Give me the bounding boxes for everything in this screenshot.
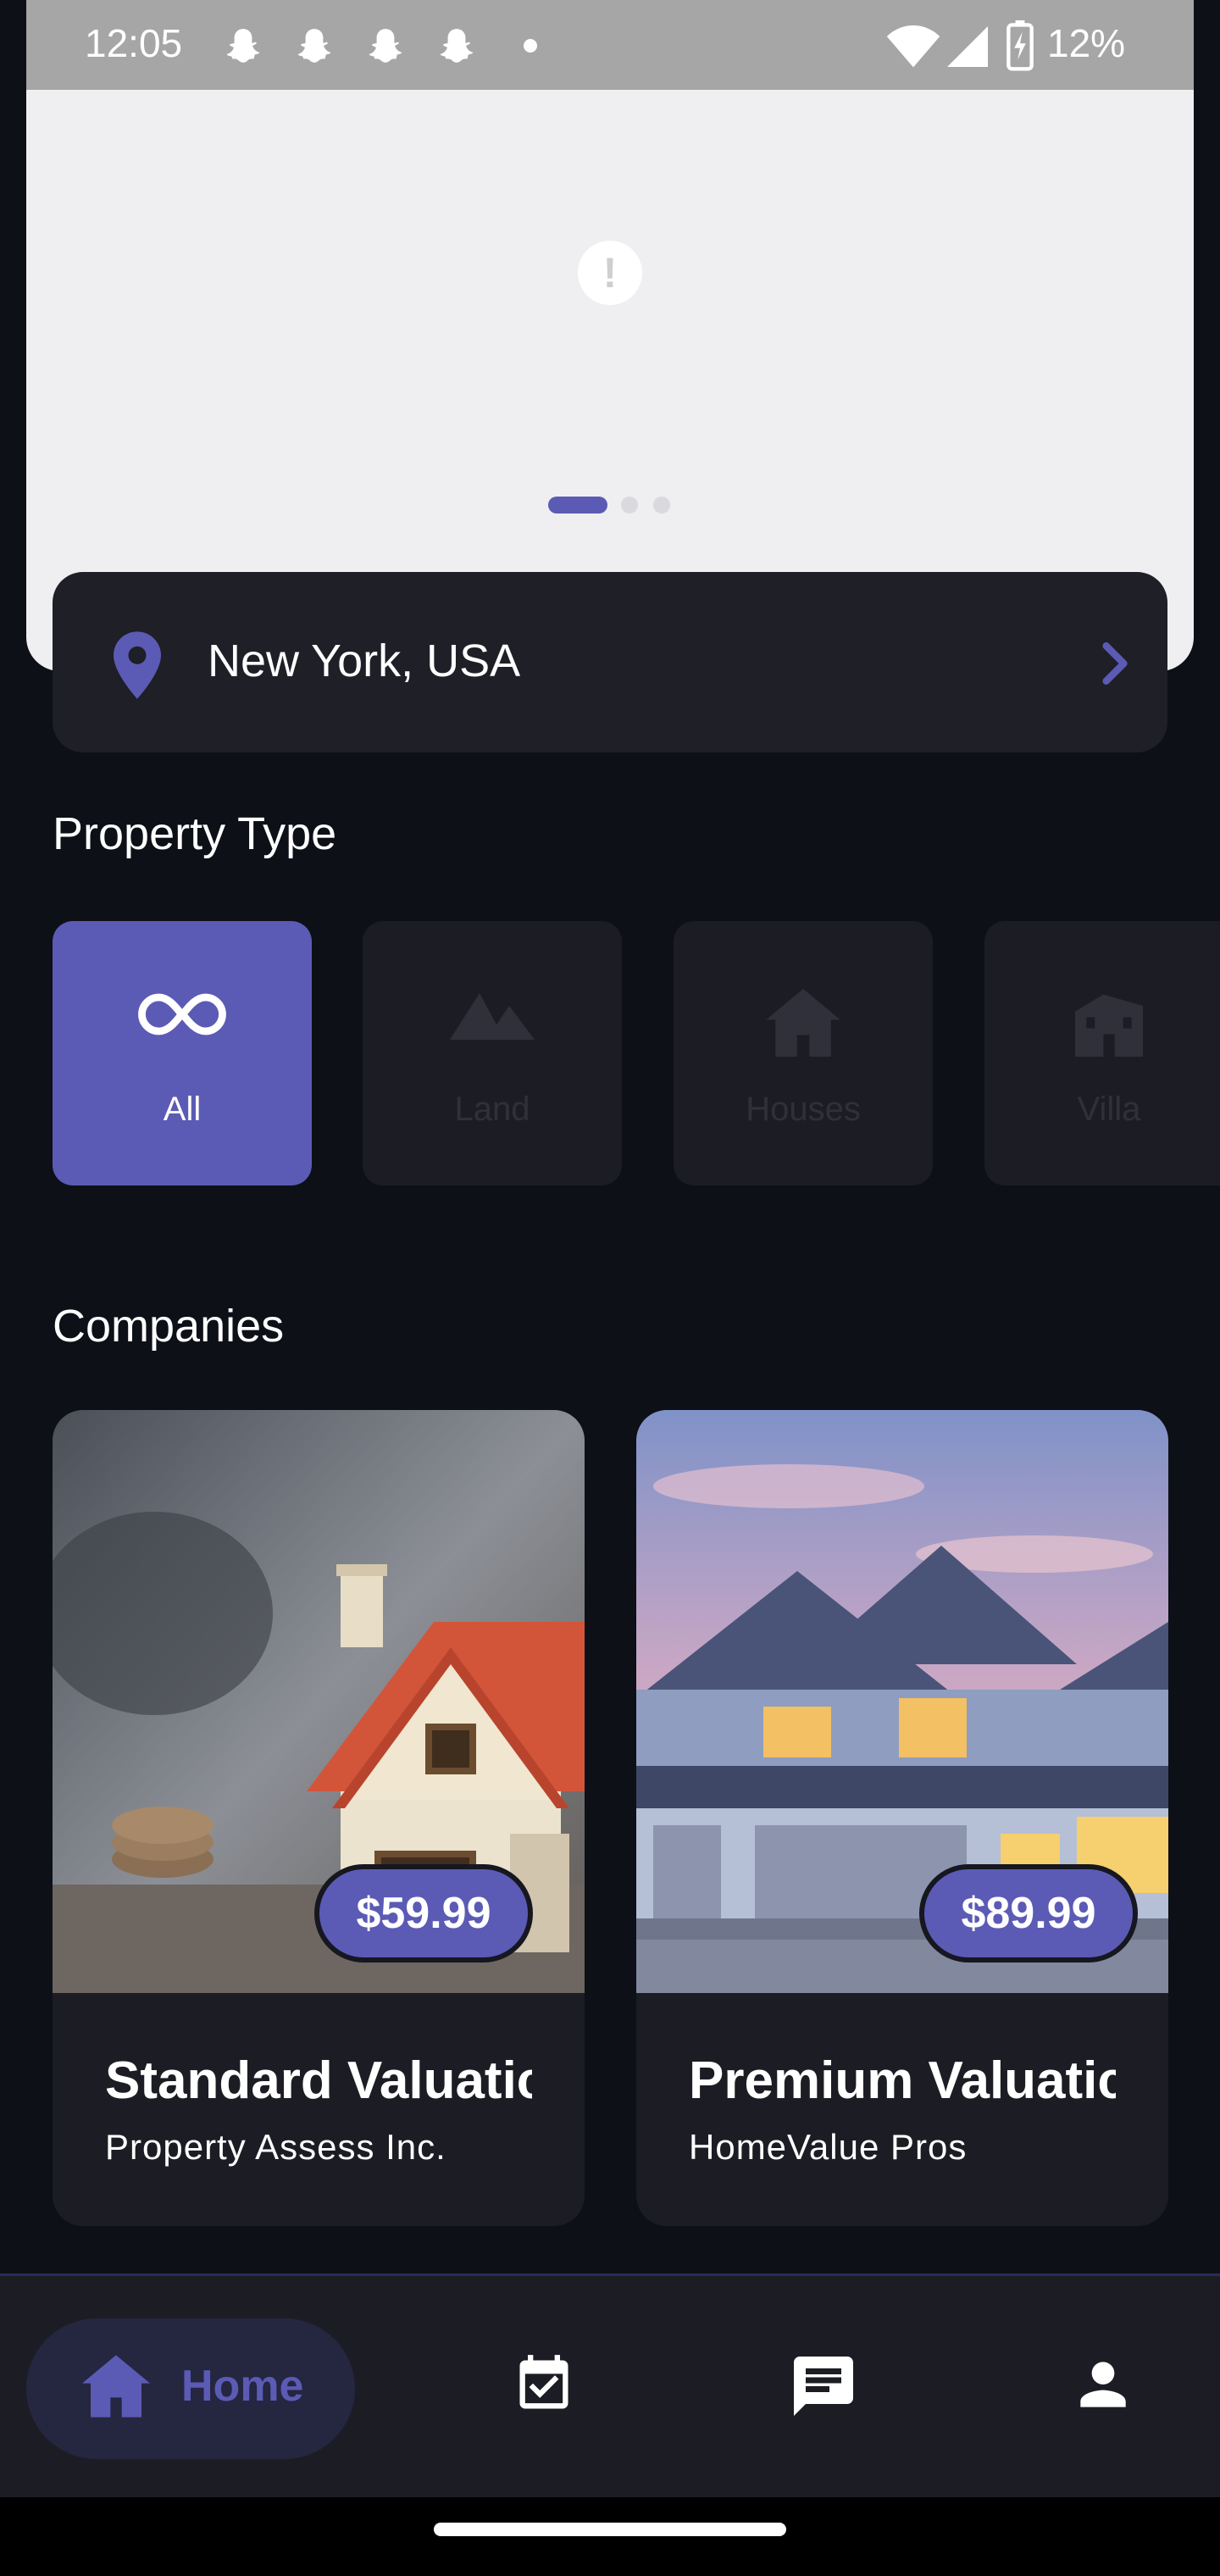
- service-name: Standard Valuatic: [105, 2051, 532, 2110]
- snapchat-icon: [369, 29, 402, 63]
- price-badge: $89.99: [919, 1864, 1138, 1963]
- location-pin-icon: [114, 631, 161, 699]
- company-name: Property Assess Inc.: [105, 2127, 446, 2167]
- calendar-check-icon[interactable]: [512, 2351, 576, 2418]
- property-type-label: All: [163, 1091, 202, 1128]
- infinity-icon: [138, 993, 226, 1035]
- property-type-heading: Property Type: [53, 808, 337, 859]
- property-type-label: Land: [454, 1091, 530, 1128]
- property-type-land[interactable]: Land: [363, 921, 622, 1185]
- property-type-all[interactable]: All: [53, 921, 312, 1185]
- nav-home-label: Home: [181, 2362, 304, 2411]
- property-type-houses[interactable]: Houses: [674, 921, 933, 1185]
- snapchat-icon: [440, 29, 474, 63]
- location-selector[interactable]: New York, USA: [53, 572, 1167, 752]
- property-type-villa[interactable]: Villa: [984, 921, 1220, 1185]
- chat-icon[interactable]: [788, 2351, 859, 2422]
- company-card[interactable]: $89.99 Premium Valuatic HomeValue Pros: [636, 1410, 1168, 2226]
- person-icon[interactable]: [1069, 2351, 1137, 2418]
- carousel-dot[interactable]: [653, 497, 670, 514]
- bottom-navigation: Home: [0, 2273, 1220, 2497]
- gesture-area: [0, 2497, 1220, 2576]
- status-time: 12:05: [85, 21, 183, 65]
- status-bar: 12:05 12%: [0, 0, 1220, 90]
- property-type-label: Villa: [1077, 1091, 1141, 1128]
- carousel-dot[interactable]: [621, 497, 638, 514]
- notification-dot: [524, 39, 537, 53]
- alert-icon: !: [578, 241, 642, 305]
- home-gesture-bar[interactable]: [434, 2523, 786, 2536]
- price-badge: $59.99: [314, 1864, 533, 1963]
- signal-icon: [947, 26, 988, 67]
- wifi-icon: [886, 25, 940, 68]
- home-icon: [82, 2355, 150, 2418]
- battery-percentage: 12%: [1047, 21, 1126, 65]
- companies-heading: Companies: [53, 1301, 285, 1352]
- service-name: Premium Valuatic: [689, 2051, 1116, 2110]
- chevron-right-icon: [1102, 642, 1128, 685]
- company-name: HomeValue Pros: [689, 2127, 968, 2167]
- snapchat-icon: [297, 29, 331, 63]
- company-card[interactable]: $59.99 Standard Valuatic Property Assess…: [53, 1410, 585, 2226]
- battery-charging-icon: [1006, 20, 1034, 71]
- location-label: New York, USA: [208, 636, 521, 686]
- house-icon: [766, 989, 840, 1057]
- carousel-dot-active[interactable]: [548, 497, 607, 514]
- nav-home-button[interactable]: Home: [26, 2318, 355, 2459]
- snapchat-icon: [226, 29, 260, 63]
- landscape-icon: [450, 993, 535, 1040]
- villa-icon: [1075, 994, 1143, 1057]
- property-type-label: Houses: [746, 1091, 861, 1128]
